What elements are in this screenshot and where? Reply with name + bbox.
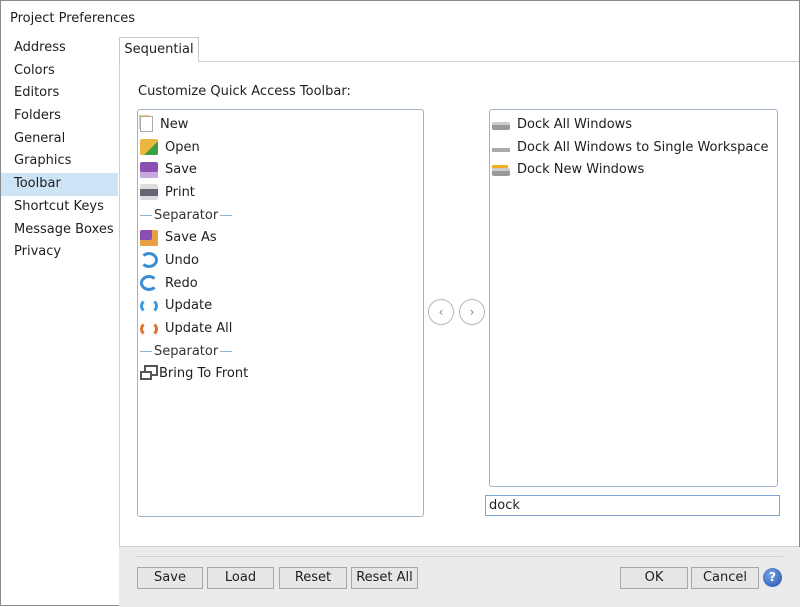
sidebar-item-graphics[interactable]: Graphics [1, 150, 118, 173]
item-label: New [160, 116, 189, 132]
item-label: Update All [165, 321, 233, 337]
sidebar-item-toolbar[interactable]: Toolbar [1, 173, 118, 196]
separator-line [220, 350, 233, 352]
printer-icon [140, 184, 158, 201]
sidebar: Address Colors Editors Folders General G… [1, 37, 118, 264]
item-label: Undo [165, 252, 199, 268]
move-right-button[interactable]: › [459, 299, 485, 325]
separator-line [140, 214, 152, 216]
item-label: Dock All Windows to Single Workspace [517, 139, 769, 155]
sidebar-item-general[interactable]: General [1, 128, 118, 151]
load-button[interactable]: Load [207, 567, 274, 589]
section-heading: Customize Quick Access Toolbar: [138, 84, 351, 99]
sidebar-item-address[interactable]: Address [1, 37, 118, 60]
sidebar-item-colors[interactable]: Colors [1, 60, 118, 83]
window-title: Project Preferences [10, 11, 136, 26]
item-label: Dock New Windows [517, 162, 645, 178]
sidebar-item-folders[interactable]: Folders [1, 105, 118, 128]
list-item[interactable]: Redo [138, 272, 423, 295]
sidebar-item-editors[interactable]: Editors [1, 82, 118, 105]
item-label: Dock All Windows [517, 116, 633, 132]
open-folder-icon [140, 139, 158, 156]
list-item[interactable]: Update All [138, 317, 423, 340]
reset-all-button[interactable]: Reset All [351, 567, 418, 589]
item-label: Open [165, 139, 200, 155]
dock-single-icon [492, 148, 510, 153]
save-as-icon [140, 229, 158, 246]
item-label: Separator [154, 343, 219, 359]
available-commands-list[interactable]: Dock All Windows Dock All Windows to Sing… [489, 109, 778, 487]
undo-icon [140, 252, 158, 269]
list-item[interactable]: Bring To Front [138, 363, 423, 386]
sidebar-item-message-boxes[interactable]: Message Boxes [1, 219, 118, 242]
item-label: Separator [154, 207, 219, 223]
bring-to-front-icon [140, 371, 152, 381]
dock-all-icon [492, 122, 510, 131]
list-item[interactable]: Dock All Windows to Single Workspace [490, 136, 777, 159]
save-button[interactable]: Save [137, 567, 203, 589]
separator-line [140, 350, 152, 352]
toolbar-items-list[interactable]: New Open Save Print Separator Save As Undo Redo… [137, 109, 424, 517]
update-icon [140, 297, 158, 314]
separator-line [220, 214, 233, 216]
list-item[interactable]: Dock All Windows [490, 113, 777, 136]
move-left-button[interactable]: ‹ [428, 299, 454, 325]
cancel-button[interactable]: Cancel [691, 567, 759, 589]
item-label: Redo [165, 275, 198, 291]
redo-icon [140, 275, 158, 292]
dock-new-icon [492, 167, 510, 176]
item-label: Update [165, 298, 213, 314]
search-input[interactable]: dock [485, 495, 780, 516]
reset-button[interactable]: Reset [279, 567, 347, 589]
list-item[interactable]: Save [138, 158, 423, 181]
update-all-icon [140, 320, 158, 337]
list-item[interactable]: Undo [138, 249, 423, 272]
new-document-icon [140, 116, 153, 133]
item-label: Print [165, 184, 195, 200]
ok-button[interactable]: OK [620, 567, 688, 589]
list-item[interactable]: Open [138, 136, 423, 159]
preferences-dialog: Project Preferences Address Colors Edito… [0, 0, 800, 607]
sidebar-item-privacy[interactable]: Privacy [1, 241, 118, 264]
separator-item[interactable]: Separator [138, 204, 423, 227]
sidebar-item-shortcut-keys[interactable]: Shortcut Keys [1, 196, 118, 219]
list-item[interactable]: Print [138, 181, 423, 204]
divider [136, 556, 783, 557]
list-item[interactable]: Dock New Windows [490, 158, 777, 181]
item-label: Bring To Front [159, 366, 249, 382]
help-icon[interactable]: ? [763, 568, 782, 587]
list-item[interactable]: Update [138, 295, 423, 318]
list-item[interactable]: Save As [138, 226, 423, 249]
item-label: Save As [165, 230, 217, 246]
save-disk-icon [140, 161, 158, 178]
separator-item[interactable]: Separator [138, 340, 423, 363]
tab-sequential[interactable]: Sequential [119, 37, 199, 62]
item-label: Save [165, 162, 197, 178]
list-item[interactable]: New [138, 113, 423, 136]
